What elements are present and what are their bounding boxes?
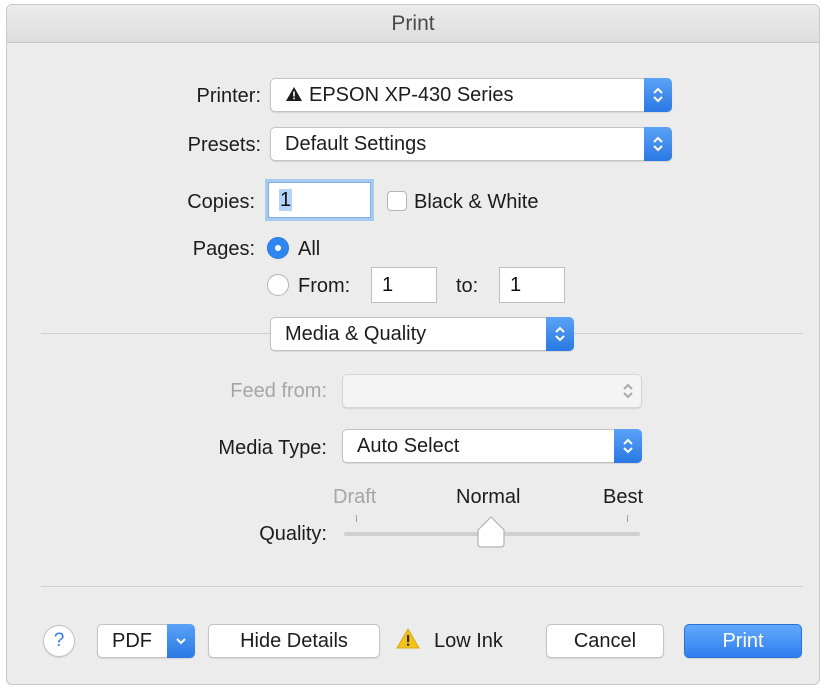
copies-label: Copies:: [187, 191, 255, 213]
popup-arrows-icon: [614, 374, 642, 408]
print-dialog: Print Printer: EPSON XP-430 Series Prese…: [6, 4, 820, 685]
media-type-value: Auto Select: [357, 435, 460, 457]
separator-left: [41, 333, 271, 334]
printer-name: EPSON XP-430 Series: [309, 84, 514, 106]
quality-draft-label: Draft: [333, 486, 377, 508]
popup-arrows-icon: [614, 429, 642, 463]
printer-popup-value: EPSON XP-430 Series: [285, 79, 514, 111]
chevron-down-icon: [167, 624, 195, 658]
pages-from-label: From:: [298, 275, 351, 297]
presets-popup-value: Default Settings: [285, 133, 427, 155]
feed-from-popup[interactable]: [342, 374, 642, 408]
help-button[interactable]: ?: [43, 625, 75, 657]
window-title: Print: [7, 5, 819, 43]
cancel-button[interactable]: Cancel: [546, 624, 664, 658]
black-white-checkbox[interactable]: [387, 191, 407, 211]
media-type-label: Media Type:: [218, 437, 327, 459]
separator-bottom: [41, 586, 803, 587]
pages-from-field[interactable]: 1: [371, 267, 437, 303]
presets-popup[interactable]: Default Settings: [270, 127, 672, 161]
pages-from-radio[interactable]: [267, 274, 289, 296]
printer-popup[interactable]: EPSON XP-430 Series: [270, 78, 672, 112]
pages-to-label: to:: [456, 275, 479, 297]
warning-triangle-icon: [286, 87, 302, 101]
pages-all-radio[interactable]: [267, 237, 289, 259]
presets-label: Presets:: [187, 134, 261, 156]
copies-field[interactable]: 1: [268, 182, 371, 218]
panel-popup[interactable]: Media & Quality: [270, 317, 574, 351]
quality-best-label: Best: [603, 486, 644, 508]
media-type-popup[interactable]: Auto Select: [342, 429, 642, 463]
hide-details-button[interactable]: Hide Details: [208, 624, 380, 658]
low-ink-label: Low Ink: [434, 630, 503, 652]
black-white-label: Black & White: [414, 191, 539, 213]
quality-tick-draft: [356, 515, 357, 522]
pages-to-field[interactable]: 1: [499, 267, 565, 303]
copies-value: 1: [279, 189, 293, 211]
popup-arrows-icon: [546, 317, 574, 351]
quality-tick-best: [627, 515, 628, 522]
pdf-menu-button[interactable]: PDF: [97, 624, 195, 658]
quality-slider-knob[interactable]: [475, 515, 507, 549]
pages-all-label: All: [298, 238, 321, 260]
popup-arrows-icon: [644, 127, 672, 161]
printer-label: Printer:: [196, 85, 261, 107]
pages-label: Pages:: [192, 238, 255, 260]
feed-from-label: Feed from:: [230, 380, 327, 402]
low-ink-warning-icon: [396, 628, 420, 649]
quality-label: Quality:: [259, 523, 327, 545]
separator-right: [573, 333, 803, 334]
popup-arrows-icon: [644, 78, 672, 112]
panel-popup-value: Media & Quality: [285, 323, 427, 345]
print-button[interactable]: Print: [684, 624, 802, 658]
quality-normal-label: Normal: [456, 486, 521, 508]
pdf-label: PDF: [112, 630, 152, 652]
